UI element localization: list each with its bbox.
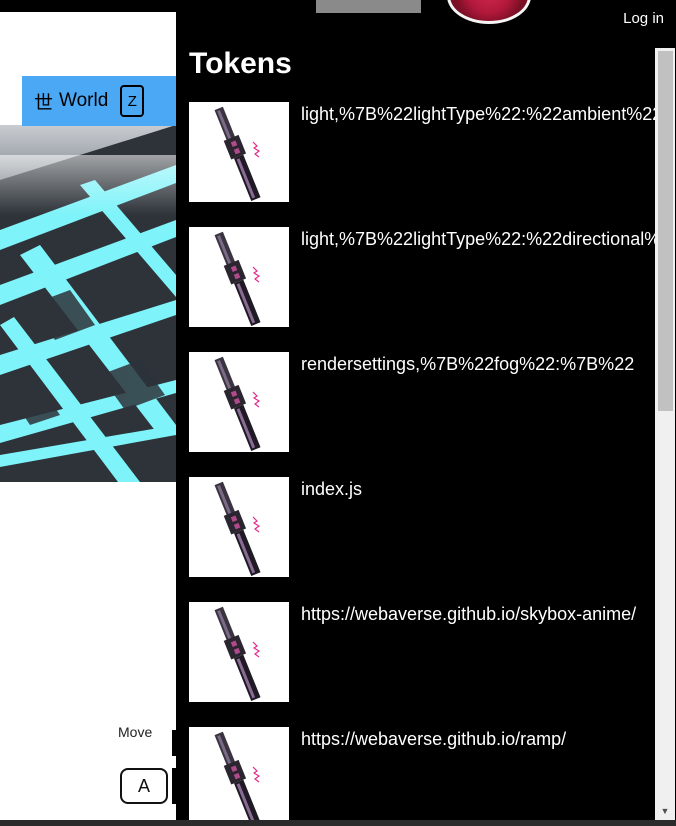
- token-list: light,%7B%22lightType%22:%22ambient%22 l…: [189, 102, 659, 820]
- token-item[interactable]: light,%7B%22lightType%22:%22directional%…: [189, 227, 659, 352]
- token-item[interactable]: rendersettings,%7B%22fog%22:%7B%22: [189, 352, 659, 477]
- token-name: light,%7B%22lightType%22:%22ambient%22: [301, 104, 656, 124]
- token-name: https://webaverse.github.io/skybox-anime…: [301, 604, 637, 624]
- sword-thumbnail-icon: [189, 102, 289, 202]
- tokens-panel: Tokens light,%7B%22lightType%22:%22ambie…: [176, 0, 676, 820]
- token-name: rendersettings,%7B%22fog%22:%7B%22: [301, 354, 635, 374]
- world-hotkey: Z: [120, 85, 145, 117]
- token-item[interactable]: light,%7B%22lightType%22:%22ambient%22: [189, 102, 659, 227]
- world-label: World: [59, 90, 109, 111]
- top-center-tab[interactable]: [316, 0, 421, 13]
- token-name: index.js: [301, 479, 363, 499]
- sword-thumbnail-icon: [189, 727, 289, 820]
- scrollbar[interactable]: ▼: [655, 48, 675, 820]
- sword-thumbnail-icon: [189, 352, 289, 452]
- token-name: light,%7B%22lightType%22:%22directional%…: [301, 229, 656, 249]
- sword-thumbnail-icon: [189, 227, 289, 327]
- world-button[interactable]: 世 World Z: [22, 76, 176, 126]
- sword-thumbnail-icon: [189, 602, 289, 702]
- login-link[interactable]: Log in: [623, 10, 664, 27]
- sky-haze: [0, 155, 176, 215]
- token-name: https://webaverse.github.io/ramp/: [301, 729, 567, 749]
- world-glyph: 世: [34, 92, 54, 114]
- token-item[interactable]: index.js: [189, 477, 659, 602]
- scrollbar-thumb[interactable]: [658, 51, 673, 411]
- panel-title: Tokens: [189, 47, 292, 80]
- bottom-bar: [0, 820, 676, 826]
- key-a-button[interactable]: A: [120, 768, 168, 804]
- move-label: Move: [118, 724, 153, 740]
- world-viewport[interactable]: [0, 125, 176, 482]
- token-item[interactable]: https://webaverse.github.io/ramp/: [189, 727, 659, 820]
- token-item[interactable]: https://webaverse.github.io/skybox-anime…: [189, 602, 659, 727]
- sword-thumbnail-icon: [189, 477, 289, 577]
- chevron-down-icon[interactable]: ▼: [655, 806, 675, 816]
